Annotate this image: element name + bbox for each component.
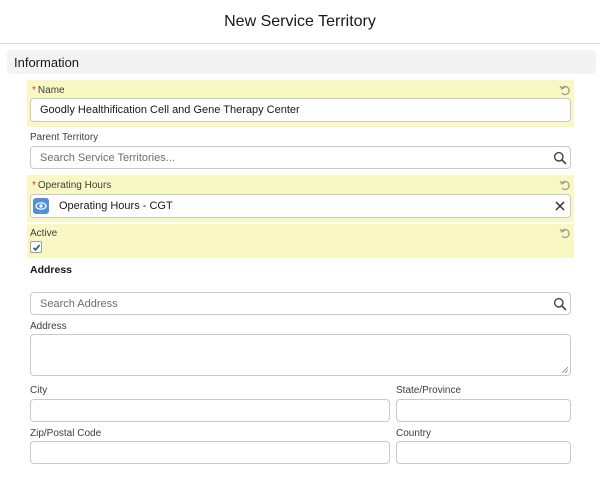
parent-territory-search-input[interactable] [30, 146, 571, 169]
zip-input[interactable] [30, 441, 390, 464]
section-information[interactable]: Information [7, 50, 596, 74]
address-label: Address [30, 321, 67, 332]
search-icon[interactable] [553, 297, 567, 311]
state-input[interactable] [396, 399, 571, 422]
modal-title: New Service Territory [224, 12, 376, 30]
search-icon[interactable] [553, 151, 567, 165]
resize-handle-icon[interactable] [562, 367, 568, 373]
address-heading: Address [30, 264, 73, 276]
active-label: Active [30, 228, 58, 239]
check-icon [32, 243, 40, 251]
name-input[interactable]: Goodly Healthification Cell and Gene The… [30, 98, 571, 122]
state-label: State/Province [396, 385, 462, 396]
undo-icon[interactable] [559, 227, 571, 239]
country-label: Country [396, 428, 432, 439]
address-textarea[interactable] [30, 334, 571, 376]
address-search-input[interactable] [30, 292, 571, 315]
operating-hours-label: * Operating Hours [32, 180, 112, 191]
eye-icon [33, 198, 49, 214]
section-title: Information [14, 54, 80, 70]
operating-hours-lookup[interactable]: Operating Hours - CGT [30, 194, 571, 218]
undo-icon[interactable] [559, 179, 571, 191]
clear-icon[interactable] [553, 199, 567, 213]
city-input[interactable] [30, 399, 390, 422]
active-checkbox[interactable] [30, 241, 42, 253]
operating-hours-value[interactable]: Operating Hours - CGT [59, 200, 173, 212]
city-label: City [30, 385, 48, 396]
active-field-highlight [27, 224, 574, 258]
undo-icon[interactable] [559, 84, 571, 96]
modal-header: New Service Territory [0, 0, 600, 44]
name-label: * Name [32, 85, 65, 96]
country-input[interactable] [396, 441, 571, 464]
zip-label: Zip/Postal Code [30, 428, 102, 439]
parent-territory-text[interactable] [40, 151, 570, 164]
parent-territory-label: Parent Territory [30, 132, 99, 143]
address-search-text[interactable] [40, 297, 570, 310]
